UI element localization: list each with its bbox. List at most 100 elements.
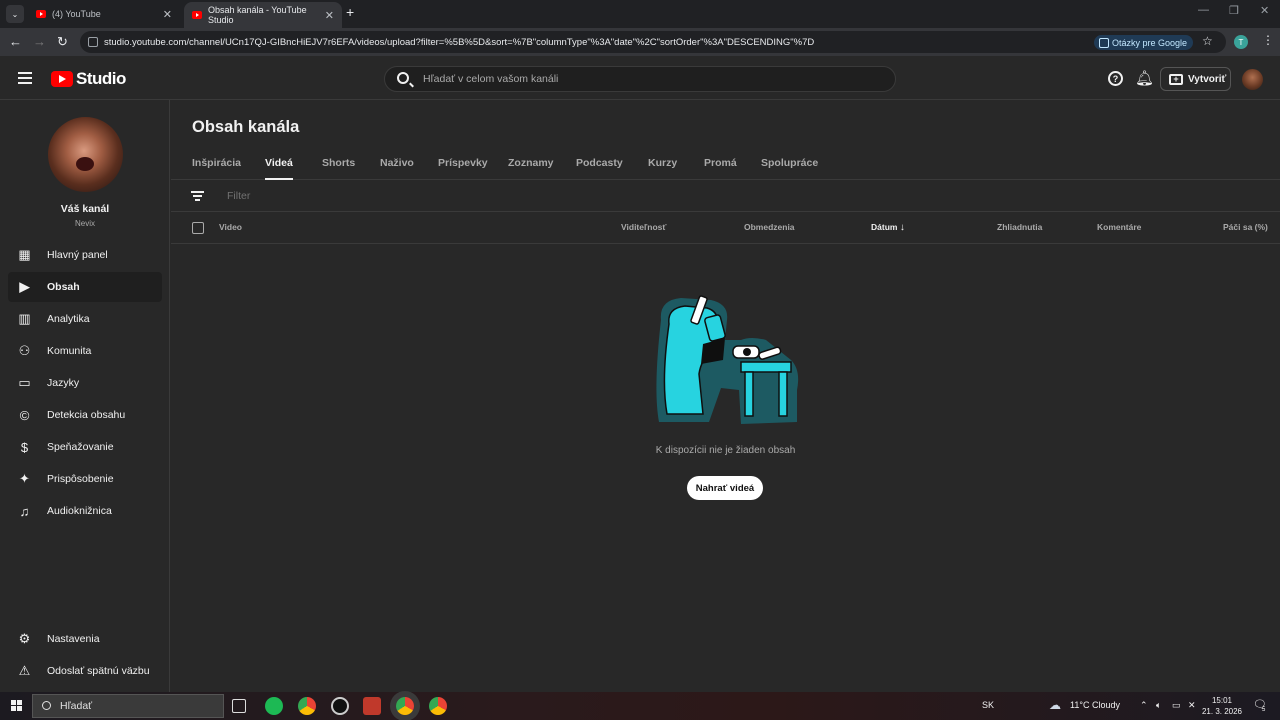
profile-initial: T: [1238, 37, 1244, 47]
help-icon[interactable]: ?: [1108, 71, 1123, 86]
voicemeeter-icon[interactable]: [363, 697, 381, 715]
restore-icon[interactable]: ❐: [1229, 4, 1239, 17]
new-tab-button[interactable]: +: [346, 4, 354, 20]
weather-widget[interactable]: 11°C Cloudy: [1070, 700, 1120, 710]
sidebar-item-label: Audioknižnica: [47, 505, 112, 517]
chevron-down-icon: ⌄: [11, 9, 19, 19]
account-avatar[interactable]: [1242, 69, 1263, 90]
sidebar-item-label: Obsah: [47, 281, 80, 293]
cloud-weather-icon: ☁: [1049, 698, 1061, 712]
filter-input[interactable]: Filter: [227, 190, 250, 202]
tab-live[interactable]: Naživo: [380, 157, 414, 169]
tab-videos[interactable]: Videá: [265, 157, 293, 180]
windows-taskbar: Hľadať SK ☁ 11°C Cloudy ⌃ 🔈︎ ▭ ✕ 15:01 2…: [0, 692, 1280, 720]
gear-icon: ⚙: [18, 631, 31, 646]
browser-tab-youtube[interactable]: (4) YouTube ✕: [28, 2, 180, 26]
tab-inspiration[interactable]: Inšpirácia: [192, 157, 241, 169]
task-view-icon[interactable]: [232, 699, 246, 713]
create-button[interactable]: + Vytvoriť: [1160, 67, 1231, 91]
volume-icon[interactable]: 🔈︎: [1156, 700, 1161, 711]
chrome-icon[interactable]: [298, 697, 316, 715]
minimize-icon[interactable]: —: [1198, 4, 1209, 16]
windows-start-icon[interactable]: [11, 700, 22, 711]
monetization-icon: $: [20, 439, 29, 455]
channel-search-input[interactable]: Hľadať v celom vašom kanáli: [384, 66, 896, 92]
clock-time: 15:01: [1211, 696, 1233, 705]
create-label: Vytvoriť: [1188, 73, 1227, 85]
forward-arrow-icon[interactable]: →: [33, 34, 46, 49]
sidebar-item-settings[interactable]: ⚙ Nastavenia: [8, 624, 162, 654]
sidebar-item-label: Analytika: [47, 313, 90, 325]
sidebar-item-label: Odoslať spätnú väzbu: [47, 665, 150, 677]
column-restrictions: Obmedzenia: [744, 222, 795, 232]
column-likes: Páči sa (%): [1223, 222, 1268, 232]
chrome-profile-icon[interactable]: [429, 697, 447, 715]
select-all-checkbox[interactable]: [192, 222, 204, 234]
taskbar-clock[interactable]: 15:01 21. 3. 2026: [1200, 695, 1244, 717]
copyright-icon: ©: [19, 407, 30, 423]
network-icon[interactable]: ▭: [1172, 700, 1181, 711]
sidebar-item-customization[interactable]: ✦ Prispôsobenie: [8, 464, 162, 494]
taskbar-search-placeholder: Hľadať: [60, 700, 93, 712]
studio-header: Studio Hľadať v celom vašom kanáli ? 🔔︎ …: [0, 56, 1280, 100]
tab-courses[interactable]: Kurzy: [648, 157, 677, 169]
sidebar-item-languages[interactable]: ▭ Jazyky: [8, 368, 162, 398]
channel-handle: Nevix: [74, 219, 95, 228]
tab-posts[interactable]: Príspevky: [438, 157, 488, 169]
notifications-off-icon[interactable]: ✕: [1188, 700, 1196, 711]
notification-count: 5: [1262, 707, 1266, 713]
empty-state-text: K dispozícii nie je žiaden obsah: [655, 445, 796, 456]
content-icon: ▶: [19, 279, 30, 294]
back-arrow-icon[interactable]: ←: [9, 34, 22, 49]
sidebar-item-label: Speňažovanie: [47, 441, 114, 453]
sidebar-item-content-detection[interactable]: © Detekcia obsahu: [8, 400, 162, 430]
close-window-icon[interactable]: ✕: [1260, 4, 1269, 17]
sidebar-item-analytics[interactable]: ▥ Analytika: [8, 304, 162, 334]
site-info-icon[interactable]: [88, 37, 98, 47]
chrome-active-icon[interactable]: [396, 697, 414, 715]
hamburger-menu-icon[interactable]: [18, 72, 32, 84]
upload-videos-button[interactable]: Nahrať videá: [687, 476, 763, 500]
sidebar-item-monetization[interactable]: $ Speňažovanie: [8, 432, 162, 462]
sidebar-item-label: Jazyky: [47, 377, 80, 389]
taskbar-search-input[interactable]: Hľadať: [32, 694, 224, 718]
column-date[interactable]: Dátum ↓: [871, 222, 905, 233]
studio-logo[interactable]: Studio: [51, 69, 126, 89]
sidebar-item-dashboard[interactable]: ▦ Hlavný panel: [8, 240, 162, 270]
search-icon: [397, 72, 409, 84]
bookmark-star-icon[interactable]: ☆: [1202, 34, 1213, 48]
close-tab-icon[interactable]: ✕: [325, 9, 334, 22]
google-questions-chip[interactable]: Otázky pre Google: [1094, 35, 1194, 50]
sidebar-item-feedback[interactable]: ⚠ Odoslať spätnú väzbu: [8, 656, 162, 686]
sidebar-item-content[interactable]: ▶ Obsah: [8, 272, 162, 302]
tab-search-button[interactable]: ⌄: [6, 5, 24, 23]
address-bar-row: ← → ↻ studio.youtube.com/channel/UCn17QJ…: [0, 28, 1280, 56]
language-indicator[interactable]: SK: [982, 700, 994, 710]
google-questions-label: Otázky pre Google: [1112, 37, 1188, 48]
tab-playlists[interactable]: Zoznamy: [508, 157, 554, 169]
obs-icon[interactable]: [331, 697, 349, 715]
browser-tab-strip: ⌄ (4) YouTube ✕ Obsah kanála - YouTube S…: [0, 0, 1280, 28]
filter-icon[interactable]: [191, 191, 204, 201]
tab-shorts[interactable]: Shorts: [322, 157, 355, 169]
sidebar: Váš kanál Nevix ▦ Hlavný panel ▶ Obsah ▥ An…: [0, 100, 170, 692]
filter-bar[interactable]: Filter: [171, 180, 1280, 212]
feedback-icon: ⚠: [18, 663, 31, 678]
tab-title: Obsah kanála - YouTube Studio: [207, 5, 307, 25]
sidebar-item-community[interactable]: ⚇ Komunita: [8, 336, 162, 366]
tab-promotions[interactable]: Promá: [704, 157, 737, 169]
channel-avatar[interactable]: [48, 117, 123, 192]
notifications-bell-icon[interactable]: 🔔︎: [1135, 69, 1154, 87]
spotify-icon[interactable]: [265, 697, 283, 715]
chevron-up-icon[interactable]: ⌃: [1140, 700, 1148, 711]
browser-tab-studio[interactable]: Obsah kanála - YouTube Studio ✕: [184, 2, 342, 28]
reload-icon[interactable]: ↻: [57, 34, 68, 50]
sidebar-item-audio-library[interactable]: ♫ Audioknižnica: [8, 496, 162, 526]
dashboard-icon: ▦: [18, 247, 31, 262]
url-field[interactable]: studio.youtube.com/channel/UCn17QJ-GIBnc…: [80, 31, 1226, 53]
close-tab-icon[interactable]: ✕: [163, 8, 172, 21]
browser-menu-icon[interactable]: ⋮: [1262, 33, 1274, 47]
tab-collaborations[interactable]: Spolupráce: [761, 157, 818, 169]
tab-podcasts[interactable]: Podcasty: [576, 157, 623, 169]
browser-profile-avatar[interactable]: T: [1234, 35, 1248, 49]
